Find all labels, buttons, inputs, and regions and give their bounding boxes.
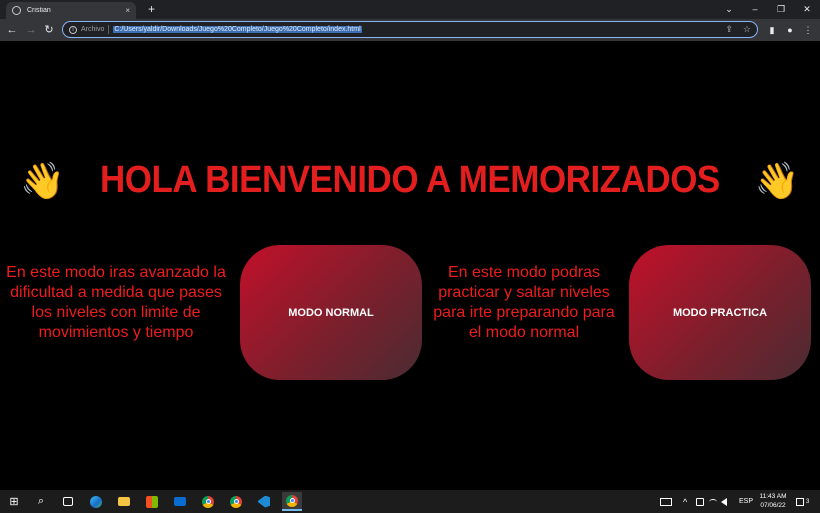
omnibox-divider (108, 25, 110, 34)
reload-button[interactable]: ↻ (42, 22, 56, 38)
modo-practica-label: MODO PRACTICA (672, 306, 768, 319)
language-indicator[interactable]: ESP (739, 490, 753, 513)
store-icon[interactable] (142, 492, 162, 511)
practice-mode-description: En este modo podras practicar y saltar n… (433, 264, 615, 341)
file-explorer-icon[interactable] (114, 492, 134, 511)
browser-toolbar: ← → ↻ i Archivo C:/Users/yaldir/Download… (0, 19, 820, 41)
site-info-icon[interactable]: i (69, 25, 77, 34)
normal-mode-description: En este modo iras avanzado la dificultad… (6, 264, 226, 341)
chrome-icon[interactable] (198, 492, 218, 511)
restore-button[interactable]: ❐ (768, 0, 794, 19)
page-heading: 👋 HOLA BIENVENIDO A MEMORIZADOS 👋 (0, 159, 820, 202)
tab-search-icon[interactable]: ⌄ (716, 0, 742, 19)
notification-count: 3 (806, 498, 810, 505)
task-view-icon[interactable] (58, 492, 78, 511)
new-tab-button[interactable]: + (148, 2, 155, 16)
address-bar[interactable]: i Archivo C:/Users/yaldir/Downloads/Jueg… (62, 21, 758, 38)
windows-taskbar: ⊞ ⌕ ^ ESP 11:43 AM 07/06/22 3 (0, 490, 820, 513)
chrome-icon[interactable] (226, 492, 246, 511)
notifications-icon[interactable]: 3 (796, 490, 809, 513)
side-panel-icon[interactable]: ▮ (766, 22, 778, 38)
vscode-icon[interactable] (254, 492, 274, 511)
start-button[interactable]: ⊞ (4, 492, 24, 511)
page-title: HOLA BIENVENIDO A MEMORIZADOS (100, 159, 720, 201)
profile-icon[interactable]: ● (784, 22, 796, 38)
modo-practica-button[interactable]: MODO PRACTICA (629, 245, 811, 380)
mail-icon[interactable] (170, 492, 190, 511)
tab-title: Cristian (27, 7, 51, 14)
edge-icon[interactable] (86, 492, 106, 511)
bookmark-star-icon[interactable]: ☆ (743, 24, 751, 35)
network-icon[interactable] (696, 490, 704, 513)
wifi-icon[interactable] (709, 490, 717, 513)
globe-icon (12, 6, 21, 15)
search-icon[interactable]: ⌕ (31, 492, 51, 511)
url-text[interactable]: C:/Users/yaldir/Downloads/Juego%20Comple… (113, 26, 362, 33)
chrome-icon[interactable] (282, 492, 302, 511)
share-icon[interactable]: ⇪ (725, 24, 733, 35)
close-tab-icon[interactable]: × (125, 6, 130, 15)
file-chip: Archivo (81, 26, 105, 33)
keyboard-icon[interactable] (660, 490, 672, 513)
clock-date: 07/06/22 (760, 502, 786, 509)
clock[interactable]: 11:43 AM 07/06/22 (756, 492, 790, 510)
waving-hand-icon: 👋 (754, 159, 800, 201)
forward-button[interactable]: → (24, 22, 38, 38)
modo-normal-button[interactable]: MODO NORMAL (240, 245, 422, 380)
waving-hand-icon: 👋 (20, 159, 66, 201)
volume-icon[interactable] (721, 490, 727, 513)
page-content: 👋 HOLA BIENVENIDO A MEMORIZADOS 👋 En est… (0, 41, 820, 490)
omnibox-actions: ⇪ ☆ (725, 24, 751, 35)
show-hidden-icons-chevron[interactable]: ^ (683, 490, 687, 513)
browser-tab[interactable]: Cristian × (6, 2, 136, 19)
menu-icon[interactable]: ⋮ (802, 22, 814, 38)
close-window-button[interactable]: ✕ (794, 0, 820, 19)
minimize-button[interactable]: – (742, 0, 768, 19)
tab-strip: Cristian × + ⌄ – ❐ ✕ (0, 0, 820, 19)
back-button[interactable]: ← (5, 22, 19, 38)
clock-time: 11:43 AM (759, 493, 787, 500)
modo-normal-label: MODO NORMAL (288, 306, 374, 319)
